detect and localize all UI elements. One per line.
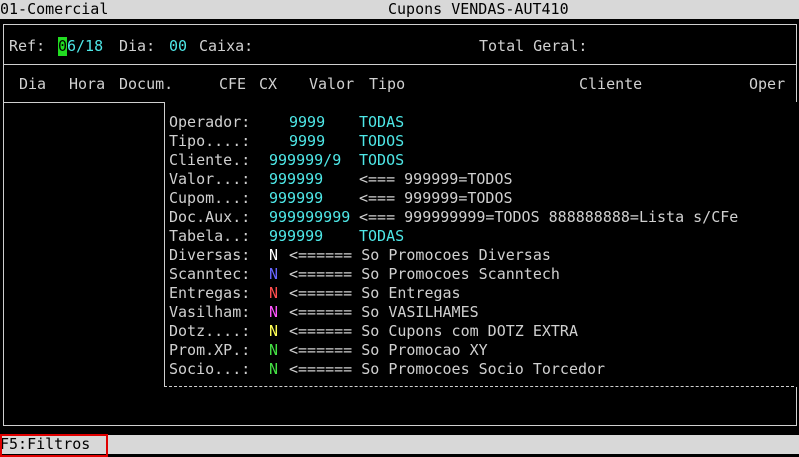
filter-cliente-value[interactable]: 999999/9 xyxy=(269,151,341,170)
flag-entregas-desc: <====== So Entregas xyxy=(289,284,461,302)
flag-socio-value[interactable]: N xyxy=(269,360,278,379)
col-hora: Hora xyxy=(69,75,106,93)
flag-scanntec-label: Scanntec: xyxy=(169,265,251,283)
col-dia: Dia xyxy=(19,75,47,93)
filter-valor-value[interactable]: 999999 xyxy=(269,170,323,189)
title-bar: 01-Comercial Cupons VENDAS-AUT410 xyxy=(0,0,799,19)
col-tipo: Tipo xyxy=(369,75,406,93)
flag-promxp-value[interactable]: N xyxy=(269,341,278,360)
flag-dotz-value[interactable]: N xyxy=(269,322,278,341)
filter-docaux-label: Doc.Aux.: xyxy=(169,208,251,226)
filter-tabela-label: Tabela..: xyxy=(169,227,251,245)
filter-tabela-value[interactable]: 999999 xyxy=(269,227,323,246)
filter-cupom-desc: <=== 999999=TODOS xyxy=(359,189,513,207)
col-cliente: Cliente xyxy=(579,75,643,93)
caixa-label: Caixa: xyxy=(199,37,254,55)
filter-tipo-value[interactable]: 9999 xyxy=(289,132,325,151)
col-docum: Docum. xyxy=(119,75,174,93)
filter-operador-desc: TODAS xyxy=(359,113,405,131)
flag-dotz-label: Dotz....: xyxy=(169,322,251,340)
window-title: Cupons VENDAS-AUT410 xyxy=(388,0,569,18)
filter-tabela-desc: TODAS xyxy=(359,227,405,245)
ref-label: Ref: xyxy=(9,37,46,55)
flag-entregas-value[interactable]: N xyxy=(269,284,278,303)
module-title: 01-Comercial xyxy=(0,0,109,18)
filter-operador-value[interactable]: 9999 xyxy=(289,113,325,132)
col-valor: Valor xyxy=(309,75,355,93)
ref-value[interactable]: 6/18 xyxy=(67,37,103,56)
filter-operador-label: Operador: xyxy=(169,113,251,131)
flag-promxp-desc: <====== So Promocao XY xyxy=(289,341,488,359)
flag-scanntec-desc: <====== So Promocoes Scanntech xyxy=(289,265,560,283)
status-bar: F5:Filtros xyxy=(0,435,799,454)
filter-cliente-label: Cliente.: xyxy=(169,151,251,169)
ref-cursor[interactable]: 0 xyxy=(58,37,68,56)
flag-dotz-desc: <====== So Cupons com DOTZ EXTRA xyxy=(289,322,578,340)
filter-cupom-label: Cupom...: xyxy=(169,189,251,207)
col-cx: CX xyxy=(259,75,278,93)
flag-entregas-label: Entregas: xyxy=(169,284,251,302)
flag-diversas-label: Diversas: xyxy=(169,246,251,264)
filter-tipo-desc: TODOS xyxy=(359,132,405,150)
filter-docaux-desc: <=== 999999999=TODOS 888888888=Lista s/C… xyxy=(359,208,739,226)
dia-label: Dia: xyxy=(119,37,156,55)
flag-vasilham-desc: <====== So VASILHAMES xyxy=(289,303,479,321)
dia-value[interactable]: 00 xyxy=(169,37,187,56)
flag-vasilham-label: Vasilham: xyxy=(169,303,251,321)
flag-vasilham-value[interactable]: N xyxy=(269,303,278,322)
col-cfe: CFE xyxy=(219,75,247,93)
filter-valor-desc: <=== 999999=TODOS xyxy=(359,170,513,188)
filter-cliente-desc: TODOS xyxy=(359,151,405,169)
total-geral-label: Total Geral: xyxy=(479,37,588,55)
header-separator xyxy=(3,64,797,65)
col-oper: Oper xyxy=(749,75,786,93)
filter-tipo-label: Tipo....: xyxy=(169,132,251,150)
filter-valor-label: Valor...: xyxy=(169,170,251,188)
flag-scanntec-value[interactable]: N xyxy=(269,265,278,284)
flag-promxp-label: Prom.XP.: xyxy=(169,341,251,359)
filter-docaux-value[interactable]: 999999999 xyxy=(269,208,350,227)
filter-cupom-value[interactable]: 999999 xyxy=(269,189,323,208)
flag-socio-desc: <====== So Promocoes Socio Torcedor xyxy=(289,360,606,378)
flag-socio-label: Socio...: xyxy=(169,360,251,378)
flag-diversas-value[interactable]: N xyxy=(269,246,278,265)
flag-diversas-desc: <====== So Promocoes Diversas xyxy=(289,246,551,264)
